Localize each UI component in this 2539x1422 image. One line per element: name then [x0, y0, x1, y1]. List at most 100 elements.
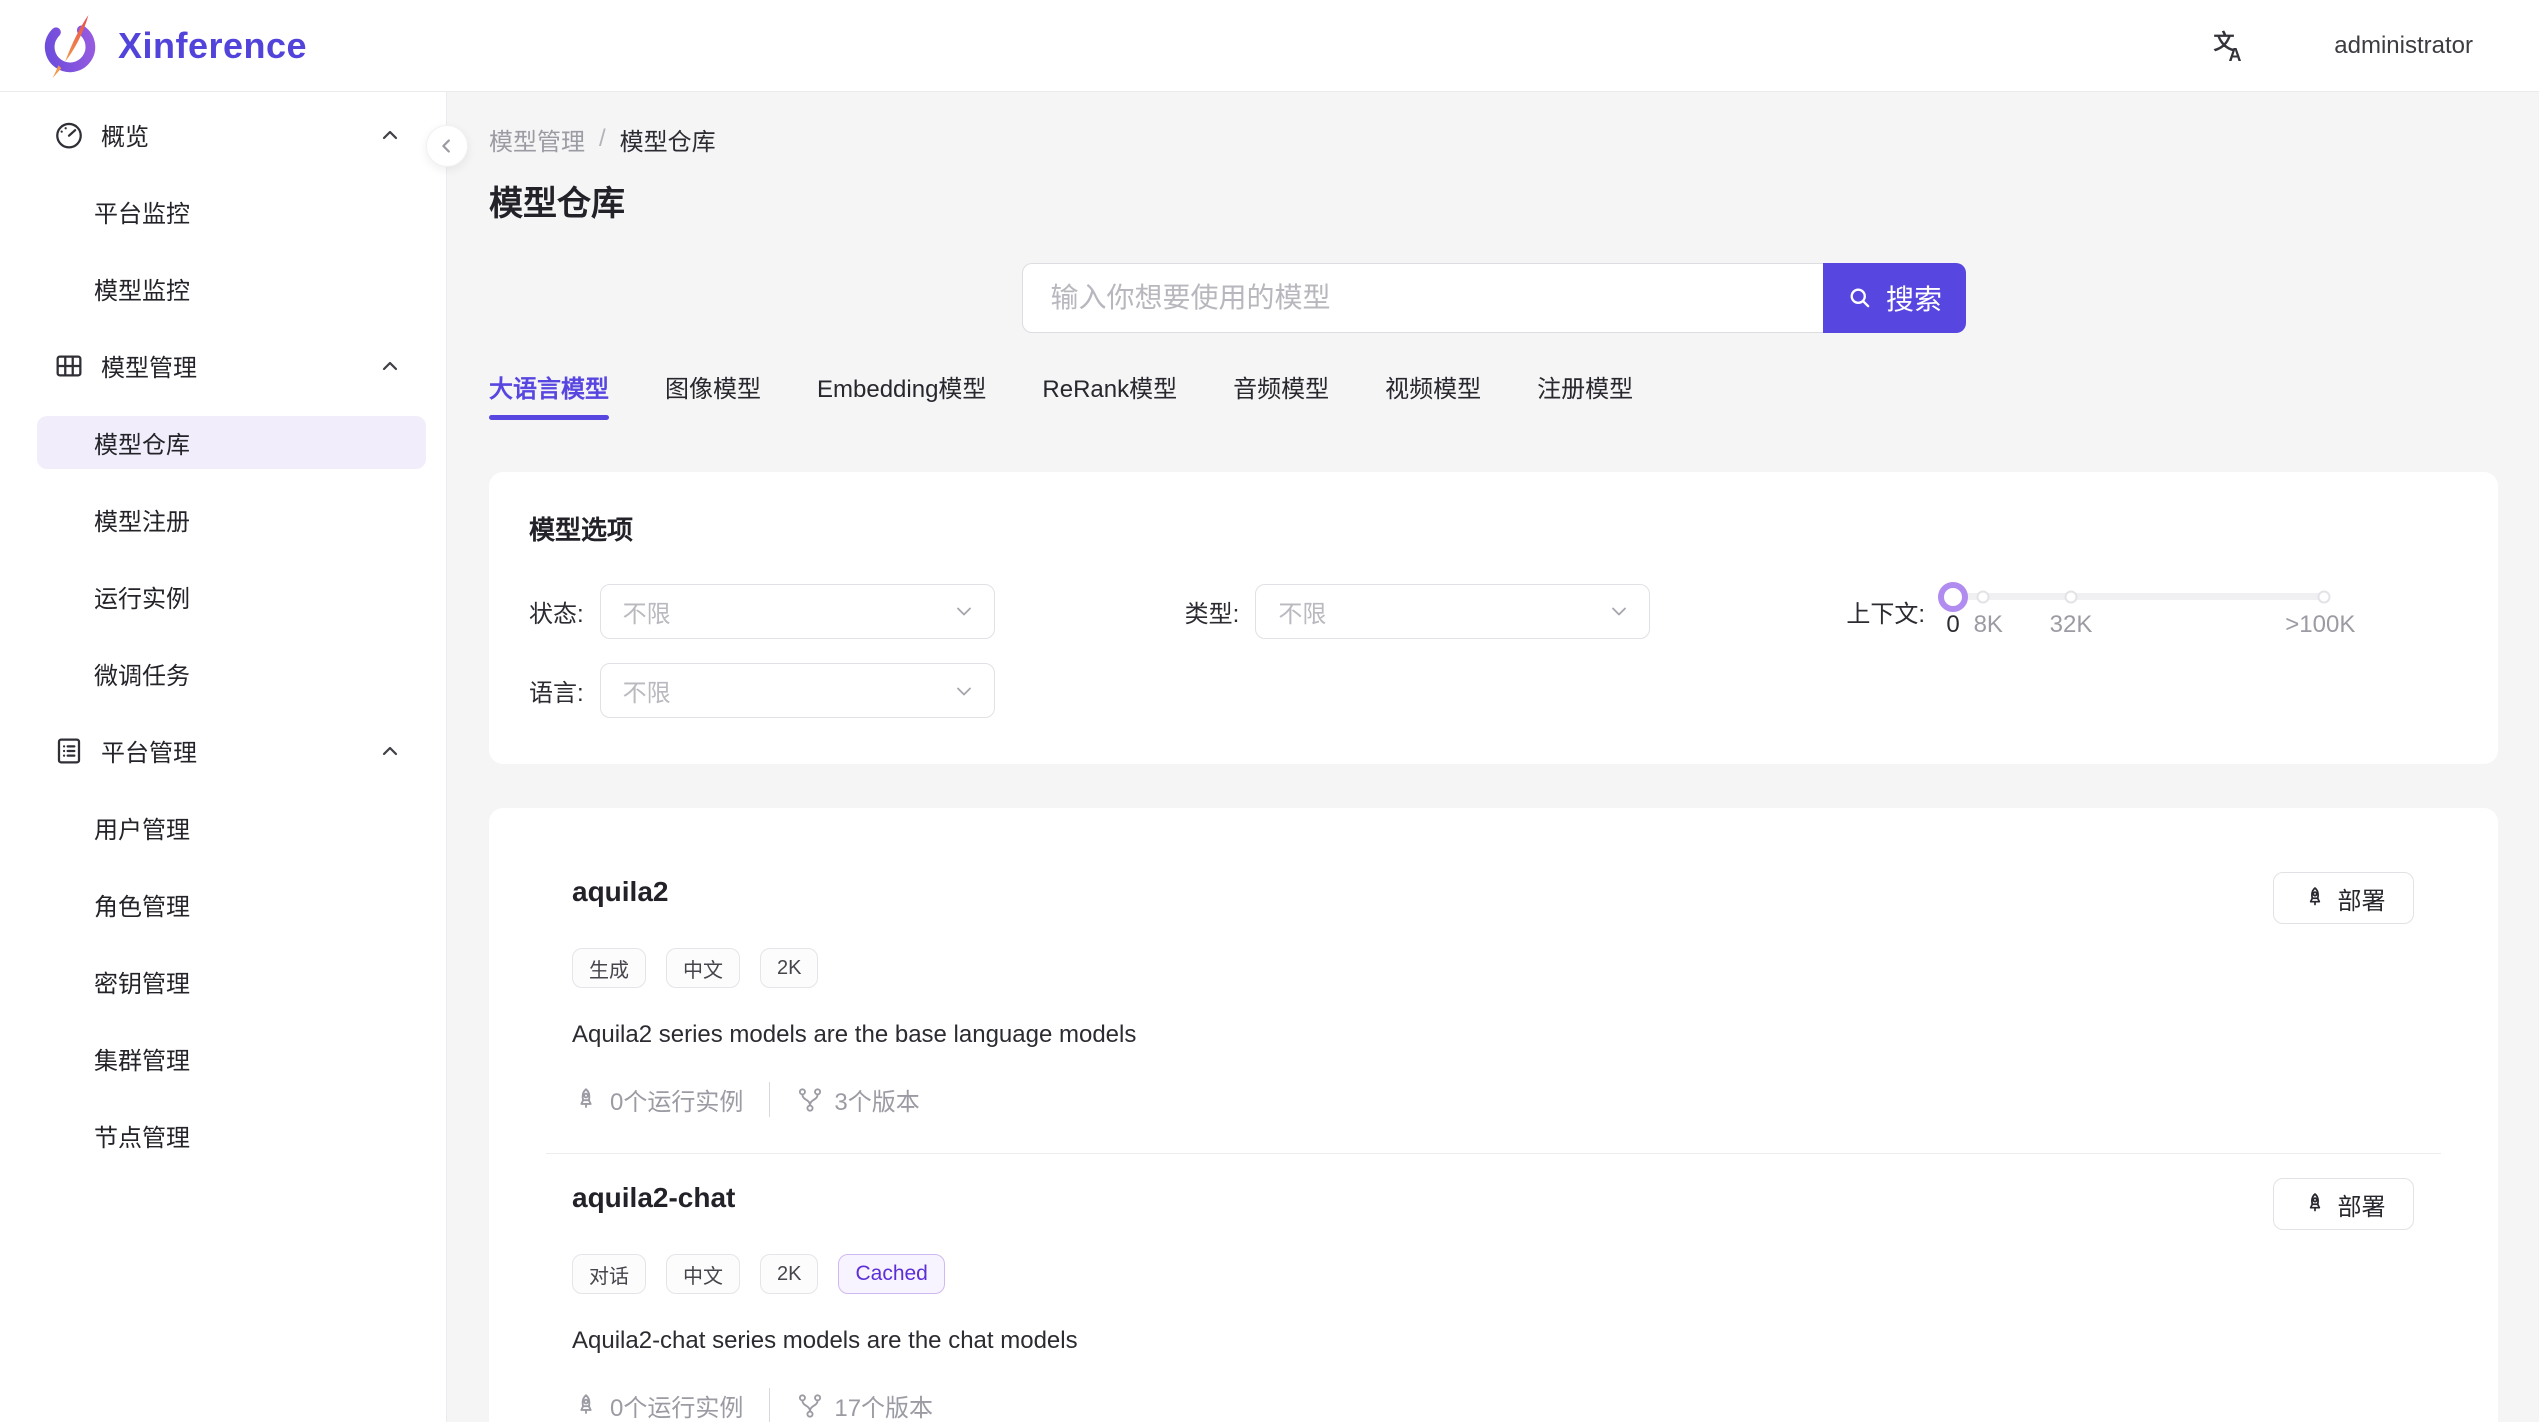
- dashboard-icon: [53, 119, 85, 151]
- language-select-value: 不限: [623, 673, 671, 708]
- sidebar-item-running-instances[interactable]: 运行实例: [37, 570, 426, 623]
- sidebar-group-model-management[interactable]: 模型管理: [0, 339, 446, 392]
- language-select[interactable]: 不限: [600, 663, 995, 718]
- sidebar-group-overview[interactable]: 概览: [0, 108, 446, 161]
- sidebar-item-model-monitoring[interactable]: 模型监控: [37, 262, 426, 315]
- brand-logo[interactable]: Xinference: [40, 11, 307, 81]
- sidebar-group-platform-management[interactable]: 平台管理: [0, 724, 446, 777]
- tag-chip: 对话: [572, 1254, 646, 1294]
- branch-icon: [796, 1392, 824, 1420]
- status-filter: 状态: 不限: [529, 584, 995, 639]
- chevron-up-icon: [378, 123, 402, 147]
- status-select-value: 不限: [623, 594, 671, 629]
- slider-mark-0: 0: [1946, 611, 1959, 639]
- slider-dot: [1977, 590, 1990, 603]
- sidebar-collapse-button[interactable]: [426, 125, 468, 167]
- model-name[interactable]: aquila2-chat: [572, 1178, 735, 1218]
- slider-mark-8k: 8K: [1974, 611, 2003, 639]
- model-name[interactable]: aquila2: [572, 872, 668, 912]
- sidebar-item-platform-monitoring[interactable]: 平台监控: [37, 185, 426, 238]
- model-footer: 0个运行实例 17个版本: [572, 1388, 2414, 1422]
- slider-track[interactable]: [1953, 593, 2324, 600]
- model-head: aquila2-chat 部署: [572, 1178, 2414, 1230]
- type-filter: 类型: 不限: [1185, 584, 1651, 639]
- sidebar-group-label: 概览: [101, 117, 378, 152]
- sidebar-item-label: 集群管理: [94, 1041, 190, 1076]
- branch-icon: [796, 1086, 824, 1114]
- sidebar-item-label: 角色管理: [94, 887, 190, 922]
- search-row: 搜索: [489, 263, 2498, 333]
- running-instances-stat: 0个运行实例: [572, 1082, 743, 1117]
- search-button[interactable]: 搜索: [1823, 263, 1966, 333]
- translate-icon[interactable]: 文 A: [2212, 28, 2248, 64]
- chevron-down-icon: [1607, 599, 1631, 623]
- slider-handle[interactable]: [1938, 582, 1968, 612]
- sidebar-item-cluster-management[interactable]: 集群管理: [37, 1032, 426, 1085]
- layout: 概览 平台监控 模型监控 模型管理 模型仓库 模型注册 运行实例 微调任务: [0, 92, 2539, 1422]
- sidebar-group-label: 平台管理: [101, 733, 378, 768]
- main-content: 模型管理 / 模型仓库 模型仓库 搜索 大语言模型 图像模型: [447, 92, 2539, 1422]
- search-button-label: 搜索: [1886, 278, 1942, 318]
- user-menu[interactable]: administrator: [2334, 32, 2473, 60]
- versions-stat: 17个版本: [769, 1388, 933, 1422]
- model-card-aquila2: aquila2 部署 生成 中文: [489, 848, 2498, 1153]
- type-select-value: 不限: [1278, 594, 1326, 629]
- header-right: 文 A administrator: [2212, 28, 2473, 64]
- breadcrumb-current: 模型仓库: [620, 122, 716, 157]
- sidebar-item-model-repository[interactable]: 模型仓库: [37, 416, 426, 469]
- sidebar-item-key-management[interactable]: 密钥管理: [37, 955, 426, 1008]
- tab-embedding[interactable]: Embedding模型: [817, 369, 986, 420]
- tab-rerank[interactable]: ReRank模型: [1042, 369, 1177, 420]
- running-instances-stat: 0个运行实例: [572, 1388, 743, 1422]
- sidebar-item-model-registration[interactable]: 模型注册: [37, 493, 426, 546]
- chevron-left-icon: [436, 135, 458, 157]
- search-box: 搜索: [1022, 263, 1966, 333]
- sidebar-item-label: 微调任务: [94, 656, 190, 691]
- slider-dot: [2064, 590, 2077, 603]
- rocket-icon: [572, 1392, 600, 1420]
- slider-dot: [2318, 590, 2331, 603]
- search-input[interactable]: [1022, 263, 1823, 333]
- sidebar: 概览 平台监控 模型监控 模型管理 模型仓库 模型注册 运行实例 微调任务: [0, 92, 447, 1422]
- filter-card-title: 模型选项: [529, 510, 2458, 547]
- sidebar-item-finetune-tasks[interactable]: 微调任务: [37, 647, 426, 700]
- model-head: aquila2 部署: [572, 872, 2414, 924]
- deploy-button[interactable]: 部署: [2273, 872, 2414, 924]
- model-card-aquila2-chat: aquila2-chat 部署 对话 中文: [489, 1154, 2498, 1422]
- chevron-up-icon: [378, 739, 402, 763]
- context-slider: 0 8K 32K >100K: [1953, 579, 2324, 643]
- chevron-down-icon: [952, 679, 976, 703]
- tab-llm[interactable]: 大语言模型: [489, 369, 609, 420]
- breadcrumb-parent[interactable]: 模型管理: [489, 122, 585, 157]
- deploy-button[interactable]: 部署: [2273, 1178, 2414, 1230]
- tab-registered[interactable]: 注册模型: [1537, 369, 1633, 420]
- language-filter: 语言: 不限: [529, 663, 995, 718]
- sidebar-item-user-management[interactable]: 用户管理: [37, 801, 426, 854]
- slider-mark-100k: >100K: [2285, 611, 2355, 639]
- model-tags: 生成 中文 2K: [572, 948, 2414, 988]
- cached-badge: Cached: [838, 1254, 944, 1294]
- tab-audio[interactable]: 音频模型: [1233, 369, 1329, 420]
- tab-video[interactable]: 视频模型: [1385, 369, 1481, 420]
- model-footer: 0个运行实例 3个版本: [572, 1082, 2414, 1153]
- rocket-icon: [572, 1086, 600, 1114]
- status-select[interactable]: 不限: [600, 584, 995, 639]
- type-select[interactable]: 不限: [1255, 584, 1650, 639]
- sidebar-item-node-management[interactable]: 节点管理: [37, 1109, 426, 1162]
- sidebar-item-role-management[interactable]: 角色管理: [37, 878, 426, 931]
- filter-row-2: 语言: 不限: [529, 663, 2458, 718]
- search-icon: [1846, 284, 1874, 312]
- running-instances-text: 0个运行实例: [610, 1082, 743, 1117]
- tag-chip: 生成: [572, 948, 646, 988]
- svg-text:A: A: [2229, 45, 2242, 64]
- language-label: 语言:: [529, 673, 584, 708]
- brand-name: Xinference: [118, 25, 307, 67]
- model-list-card: aquila2 部署 生成 中文: [489, 808, 2498, 1422]
- model-options-card: 模型选项 状态: 不限 类型: 不限: [489, 472, 2498, 764]
- page-title: 模型仓库: [489, 176, 2498, 225]
- deploy-button-label: 部署: [2338, 881, 2386, 916]
- tab-image[interactable]: 图像模型: [665, 369, 761, 420]
- context-filter: 上下文: 0 8K 32K >100K: [1846, 579, 2324, 643]
- sidebar-item-label: 平台监控: [94, 194, 190, 229]
- tag-chip: 中文: [666, 948, 740, 988]
